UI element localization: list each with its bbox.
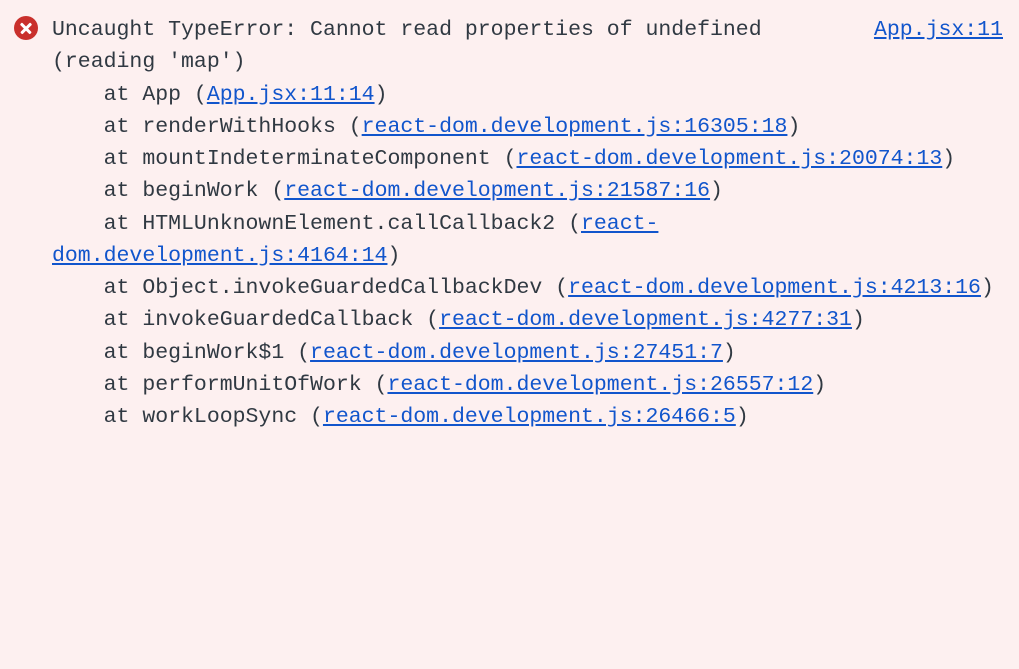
stack-frame: at renderWithHooks (react-dom.developmen… bbox=[52, 111, 1003, 143]
stack-frame: at performUnitOfWork (react-dom.developm… bbox=[52, 369, 1003, 401]
stack-frame-text: at renderWithHooks ( bbox=[52, 115, 362, 139]
stack-frame-text: ) bbox=[981, 276, 994, 300]
stack-frame-text: at App ( bbox=[52, 83, 207, 107]
stack-frame-text: at beginWork$1 ( bbox=[52, 341, 310, 365]
stack-frame: at beginWork (react-dom.development.js:2… bbox=[52, 175, 1003, 207]
stack-frame: at HTMLUnknownElement.callCallback2 (rea… bbox=[52, 208, 1003, 273]
stack-frame-link[interactable]: react-dom.development.js:26466:5 bbox=[323, 405, 736, 429]
stack-frame: at invokeGuardedCallback (react-dom.deve… bbox=[52, 304, 1003, 336]
stack-frame-text: at mountIndeterminateComponent ( bbox=[52, 147, 516, 171]
stack-frame-text: ) bbox=[387, 244, 400, 268]
stack-frame-link[interactable]: react-dom.development.js:16305:18 bbox=[362, 115, 788, 139]
stack-trace: at App (App.jsx:11:14) at renderWithHook… bbox=[52, 79, 1003, 434]
stack-frame-text: ) bbox=[942, 147, 955, 171]
stack-frame-link[interactable]: react-dom.development.js:21587:16 bbox=[284, 179, 710, 203]
error-message: Uncaught TypeError: Cannot read properti… bbox=[52, 18, 775, 74]
stack-frame-text: at beginWork ( bbox=[52, 179, 284, 203]
stack-frame: at workLoopSync (react-dom.development.j… bbox=[52, 401, 1003, 433]
stack-frame-link[interactable]: App.jsx:11:14 bbox=[207, 83, 375, 107]
stack-frame-text: ) bbox=[375, 83, 388, 107]
stack-frame-link[interactable]: react-dom.development.js:26557:12 bbox=[387, 373, 813, 397]
stack-frame-text: at workLoopSync ( bbox=[52, 405, 323, 429]
stack-frame-text: ) bbox=[787, 115, 800, 139]
stack-frame: at beginWork$1 (react-dom.development.js… bbox=[52, 337, 1003, 369]
console-error-entry: App.jsx:11 Uncaught TypeError: Cannot re… bbox=[52, 14, 1003, 433]
stack-frame-text: ) bbox=[723, 341, 736, 365]
stack-frame-link[interactable]: react-dom.development.js:4213:16 bbox=[568, 276, 981, 300]
stack-frame-text: ) bbox=[736, 405, 749, 429]
stack-frame-text: at performUnitOfWork ( bbox=[52, 373, 387, 397]
stack-frame: at mountIndeterminateComponent (react-do… bbox=[52, 143, 1003, 175]
stack-frame-text: at Object.invokeGuardedCallbackDev ( bbox=[52, 276, 568, 300]
stack-frame-text: ) bbox=[813, 373, 826, 397]
stack-frame-text: at invokeGuardedCallback ( bbox=[52, 308, 439, 332]
stack-frame-link[interactable]: react-dom.development.js:27451:7 bbox=[310, 341, 723, 365]
stack-frame-text: ) bbox=[852, 308, 865, 332]
error-source-link[interactable]: App.jsx:11 bbox=[874, 14, 1003, 46]
stack-frame-link[interactable]: react-dom.development.js:20074:13 bbox=[516, 147, 942, 171]
stack-frame-text: at HTMLUnknownElement.callCallback2 ( bbox=[52, 212, 581, 236]
stack-frame-text: ) bbox=[710, 179, 723, 203]
stack-frame: at App (App.jsx:11:14) bbox=[52, 79, 1003, 111]
stack-frame: at Object.invokeGuardedCallbackDev (reac… bbox=[52, 272, 1003, 304]
error-icon bbox=[14, 16, 38, 40]
stack-frame-link[interactable]: react-dom.development.js:4277:31 bbox=[439, 308, 852, 332]
